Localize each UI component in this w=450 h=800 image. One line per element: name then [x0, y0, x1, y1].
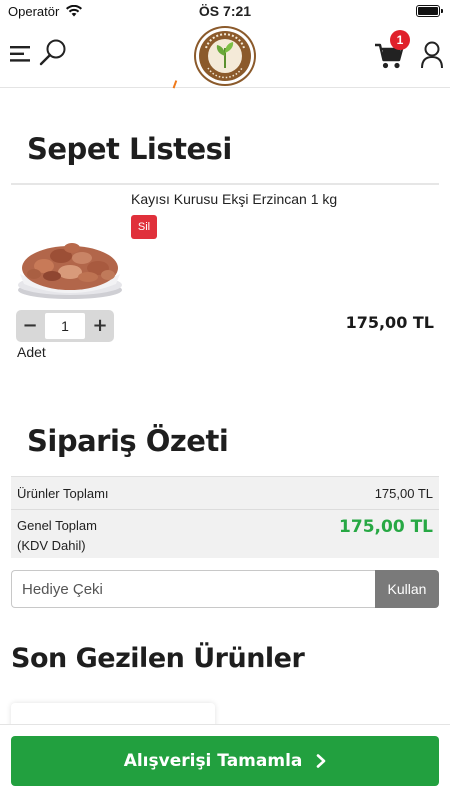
status-bar: Operatör ÖS 7:21	[0, 0, 450, 24]
gift-voucher-input[interactable]	[11, 570, 376, 608]
quantity-stepper: − 1 +	[16, 310, 114, 342]
product-image[interactable]	[16, 212, 125, 299]
product-name[interactable]: Kayısı Kurusu Ekşi Erzincan 1 kg	[131, 191, 337, 207]
apply-voucher-button[interactable]: Kullan	[375, 570, 439, 608]
cart-count-badge: 1	[390, 30, 410, 50]
battery-icon	[416, 5, 443, 17]
quantity-field[interactable]: 1	[45, 313, 85, 339]
user-icon[interactable]	[420, 40, 444, 70]
cart-title: Sepet Listesi	[27, 132, 232, 166]
chevron-right-icon	[317, 754, 326, 768]
recent-products-title: Son Gezilen Ürünler	[11, 643, 305, 674]
products-total-value: 175,00 TL	[374, 486, 433, 501]
increase-quantity-button[interactable]: +	[86, 310, 114, 342]
menu-icon[interactable]	[10, 44, 32, 64]
products-total-label: Ürünler Toplamı	[17, 486, 109, 501]
search-icon[interactable]	[38, 38, 68, 68]
brand-logo[interactable]	[194, 26, 256, 86]
checkout-bar: Alışverişi Tamamla	[0, 724, 450, 800]
summary-table: Ürünler Toplamı 175,00 TL Genel Toplam (…	[11, 476, 439, 558]
grand-total-label-line1: Genel Toplam	[17, 518, 97, 533]
cart-divider	[11, 183, 439, 185]
app-header: 1	[0, 24, 450, 88]
grand-total-label: Genel Toplam (KDV Dahil)	[17, 516, 97, 556]
clock: ÖS 7:21	[198, 3, 252, 19]
quantity-unit-label: Adet	[17, 344, 46, 360]
grand-total-label-line2: (KDV Dahil)	[17, 538, 86, 553]
checkout-button-label: Alışverişi Tamamla	[123, 751, 303, 771]
checkout-button[interactable]: Alışverişi Tamamla	[11, 736, 439, 786]
decrease-quantity-button[interactable]: −	[16, 310, 44, 342]
grand-total-value: 175,00 TL	[339, 517, 433, 537]
item-price: 175,00 TL	[345, 313, 434, 332]
products-total-row: Ürünler Toplamı 175,00 TL	[11, 477, 439, 510]
summary-title: Sipariş Özeti	[27, 424, 229, 458]
delete-button[interactable]: Sil	[131, 215, 157, 239]
